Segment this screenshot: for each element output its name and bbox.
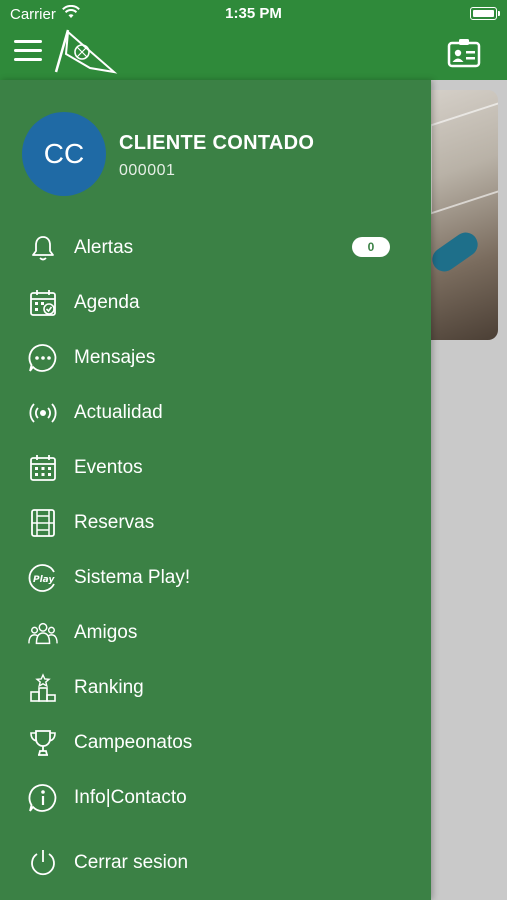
battery-icon (470, 7, 500, 20)
status-bar: Carrier 1:35 PM (0, 0, 507, 28)
drawer-menu: Alertas 0 Agenda Mensajes Actualidad Eve… (0, 220, 431, 890)
menu-item-sistema-play[interactable]: Play Sistema Play! (0, 550, 431, 605)
hamburger-icon[interactable] (14, 40, 42, 62)
user-code: 000001 (119, 162, 176, 179)
calendar-grid-icon (28, 453, 58, 483)
side-drawer: CC CLIENTE CONTADO 000001 Alertas 0 Agen… (0, 80, 431, 900)
menu-item-eventos[interactable]: Eventos (0, 440, 431, 495)
people-icon (28, 618, 58, 648)
menu-item-label: Agenda (74, 291, 140, 313)
avatar-initials: CC (43, 138, 85, 169)
bell-icon (28, 233, 58, 263)
broadcast-icon (28, 398, 58, 428)
play-icon: Play (28, 563, 58, 593)
menu-item-amigos[interactable]: Amigos (0, 605, 431, 660)
clock: 1:35 PM (225, 5, 282, 22)
trophy-icon (28, 728, 58, 758)
court-icon (28, 508, 58, 538)
menu-item-agenda[interactable]: Agenda (0, 275, 431, 330)
net-graphic (430, 95, 498, 215)
id-card-icon[interactable] (447, 38, 481, 68)
avatar[interactable]: CC (22, 112, 106, 196)
menu-item-cerrar-sesion[interactable]: Cerrar sesion (0, 835, 431, 890)
top-bar: Carrier 1:35 PM (0, 0, 507, 80)
menu-item-label: Amigos (74, 621, 138, 643)
menu-item-mensajes[interactable]: Mensajes (0, 330, 431, 385)
menu-item-label: Eventos (74, 456, 143, 478)
menu-item-label: Actualidad (74, 401, 163, 423)
menu-item-label: Alertas (74, 236, 134, 258)
podium-icon (28, 672, 58, 703)
menu-item-label: Reservas (74, 511, 155, 533)
info-icon (28, 783, 58, 813)
menu-item-ranking[interactable]: Ranking (0, 660, 431, 715)
club-flag-logo[interactable] (50, 28, 118, 76)
menu-item-label: Ranking (74, 676, 144, 698)
power-icon (28, 848, 58, 878)
menu-item-campeonatos[interactable]: Campeonatos (0, 715, 431, 770)
svg-text:Play: Play (33, 575, 55, 585)
app-screen: Carrier 1:35 PM CC CLIENTE CONTADO 00000… (0, 0, 507, 900)
menu-item-actualidad[interactable]: Actualidad (0, 385, 431, 440)
menu-item-reservas[interactable]: Reservas (0, 495, 431, 550)
menu-item-label: Cerrar sesion (74, 851, 189, 873)
menu-item-alertas[interactable]: Alertas 0 (0, 220, 431, 275)
user-name: CLIENTE CONTADO (119, 132, 315, 154)
calendar-check-icon (28, 288, 58, 318)
menu-item-label: Sistema Play! (74, 566, 191, 588)
chat-icon (28, 343, 58, 373)
menu-item-info-contacto[interactable]: Info|Contacto (0, 770, 431, 825)
menu-item-label: Mensajes (74, 346, 156, 368)
alert-count-badge: 0 (352, 237, 390, 257)
menu-item-label: Info|Contacto (74, 786, 187, 808)
menu-item-label: Campeonatos (74, 731, 193, 753)
player-graphic (427, 227, 483, 277)
